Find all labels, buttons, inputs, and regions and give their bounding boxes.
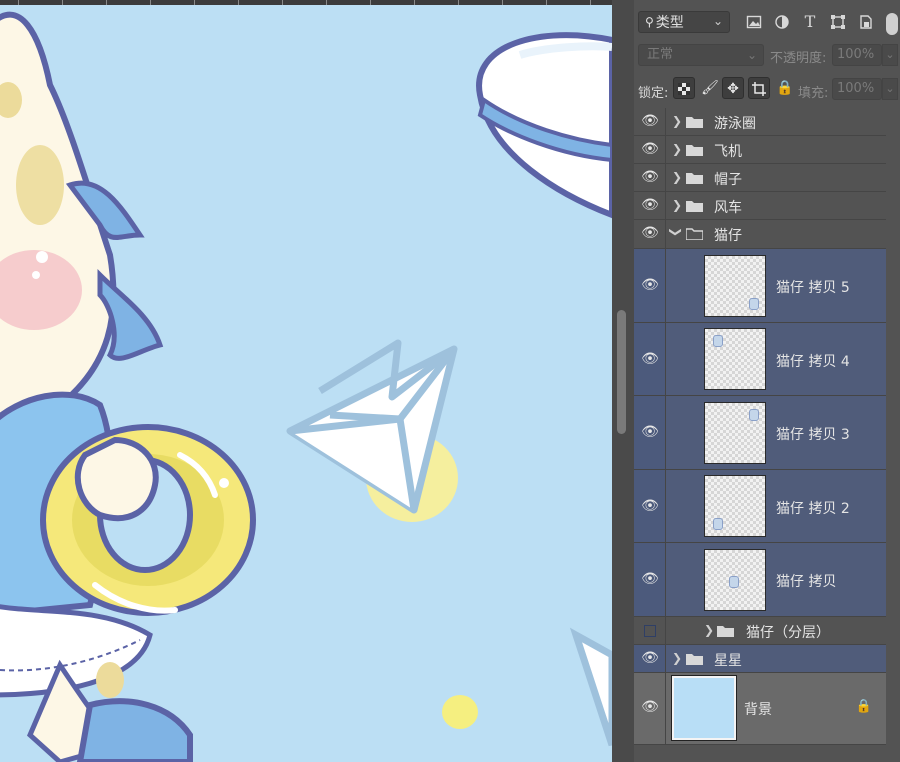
lock-icon: 🔒 [855, 699, 872, 714]
layer-row-pixel[interactable]: 👁 猫仔 拷贝 2 [634, 470, 886, 543]
layer-name: 背景 [744, 702, 772, 718]
folder-icon [686, 117, 703, 128]
smart-object-filter-icon[interactable] [858, 14, 874, 30]
layer-thumbnail [704, 475, 766, 537]
layer-filter-row: ⚲ 类型 ⌄ T [634, 6, 900, 36]
eye-icon[interactable]: 👁 [638, 351, 662, 367]
chevron-right-icon[interactable]: ❯ [672, 114, 682, 128]
folder-icon [717, 626, 734, 637]
small-star-dot [442, 695, 478, 729]
layer-name: 风车 [714, 200, 742, 216]
canvas-artwork [0, 11, 612, 762]
layer-name: 猫仔 拷贝 4 [776, 354, 850, 370]
visibility-off-checkbox[interactable] [644, 625, 656, 637]
layer-name: 猫仔 [714, 228, 742, 244]
layer-row-pixel[interactable]: 👁 猫仔 拷贝 4 [634, 323, 886, 396]
layer-row-background[interactable]: 👁 背景 🔒 [634, 673, 886, 745]
opacity-input[interactable]: 100% [832, 44, 882, 66]
chevron-down-icon: ⌄ [712, 14, 723, 28]
eye-icon[interactable]: 👁 [638, 699, 662, 715]
fill-label: 填充: [798, 86, 829, 101]
type-filter-icon[interactable]: T [802, 14, 818, 30]
fill-dropdown-button[interactable]: ⌄ [882, 78, 898, 100]
layer-name: 帽子 [714, 172, 742, 188]
layer-row-group[interactable]: 👁 ❯ 帽子 [634, 164, 886, 192]
filter-kind-label: 类型 [655, 15, 684, 31]
chevron-right-icon[interactable]: ❯ [704, 623, 714, 637]
folder-open-icon [686, 228, 703, 240]
layer-thumbnail [704, 255, 766, 317]
folder-icon [686, 145, 703, 156]
lock-label: 锁定: [638, 86, 669, 101]
lock-row: 锁定: 🖌 ✥ 🔒 填充: 100% ⌄ [634, 76, 900, 104]
layer-row-group[interactable]: 👁 ❯ 游泳圈 [634, 108, 886, 136]
eye-icon[interactable]: 👁 [638, 650, 662, 666]
blend-mode-select[interactable]: 正常 ⌄ [638, 44, 764, 66]
eye-icon[interactable]: 👁 [638, 225, 662, 241]
adjustment-filter-icon[interactable] [774, 14, 790, 30]
opacity-label: 不透明度: [770, 51, 827, 66]
eye-icon[interactable]: 👁 [638, 113, 662, 129]
filter-kind-select[interactable]: ⚲ 类型 ⌄ [638, 11, 730, 33]
lock-all-icon[interactable]: 🔒 [774, 77, 796, 99]
eye-icon[interactable]: 👁 [638, 141, 662, 157]
layer-thumbnail [704, 402, 766, 464]
layer-name: 猫仔（分层） [746, 625, 830, 641]
filter-toggle-switch[interactable] [886, 13, 898, 35]
layer-name: 飞机 [714, 144, 742, 160]
hat-artwork [476, 32, 612, 219]
eye-icon[interactable]: 👁 [638, 424, 662, 440]
layer-thumbnail [704, 549, 766, 611]
chevron-down-icon: ⌄ [746, 48, 757, 62]
blend-row: 正常 ⌄ 不透明度: 100% ⌄ [634, 42, 900, 68]
chevron-right-icon[interactable]: ❯ [672, 651, 682, 665]
folder-icon [686, 654, 703, 665]
folder-icon [686, 201, 703, 212]
layers-panel: ⚲ 类型 ⌄ T 正常 ⌄ 不透明度: 100% ⌄ 锁定: 🖌 ✥ 🔒 填充:… [634, 0, 900, 762]
layer-name: 猫仔 拷贝 3 [776, 427, 850, 443]
layer-row-pixel[interactable]: 👁 猫仔 拷贝 3 [634, 396, 886, 470]
layer-row-pixel[interactable]: 👁 猫仔 拷贝 [634, 543, 886, 617]
lock-brush-icon[interactable]: 🖌 [699, 77, 721, 99]
image-filter-icon[interactable] [746, 14, 762, 30]
chevron-right-icon[interactable]: ❯ [672, 142, 682, 156]
layer-row-group[interactable]: 👁 ❯ 风车 [634, 192, 886, 220]
plane-fragment [569, 627, 612, 747]
shape-filter-icon[interactable] [830, 14, 846, 30]
blend-mode-value: 正常 [647, 47, 674, 62]
chevron-down-icon[interactable]: ❯ [669, 227, 683, 237]
eye-icon[interactable]: 👁 [638, 571, 662, 587]
chevron-right-icon[interactable]: ❯ [672, 170, 682, 184]
layer-row-group[interactable]: 👁 ❯ 星星 [634, 645, 886, 673]
layer-name: 游泳圈 [714, 116, 756, 132]
lock-transparency-button[interactable] [673, 77, 695, 99]
layer-row-group[interactable]: 👁 ❯ 飞机 [634, 136, 886, 164]
cat-character-artwork [0, 11, 193, 762]
layer-thumbnail [704, 328, 766, 390]
canvas-scrollbar-thumb[interactable] [617, 310, 626, 434]
chevron-right-icon[interactable]: ❯ [672, 198, 682, 212]
fill-input[interactable]: 100% [832, 78, 882, 100]
eye-icon[interactable]: 👁 [638, 498, 662, 514]
layer-name: 猫仔 拷贝 5 [776, 280, 850, 296]
layer-name: 猫仔 拷贝 [776, 574, 837, 590]
eye-icon[interactable]: 👁 [638, 169, 662, 185]
lock-artboard-crop-icon[interactable] [748, 77, 770, 99]
opacity-dropdown-button[interactable]: ⌄ [882, 44, 898, 66]
layer-name: 星星 [714, 653, 742, 669]
folder-icon [686, 173, 703, 184]
eye-icon[interactable]: 👁 [638, 197, 662, 213]
layer-thumbnail [671, 675, 737, 741]
search-icon: ⚲ [645, 15, 654, 29]
document-canvas[interactable] [0, 0, 612, 762]
layer-row-group[interactable]: ❯ 猫仔（分层） [634, 617, 886, 645]
eye-icon[interactable]: 👁 [638, 277, 662, 293]
layer-row-pixel[interactable]: 👁 猫仔 拷贝 5 [634, 249, 886, 323]
swim-ring-artwork [40, 424, 256, 616]
lock-position-move-icon[interactable]: ✥ [722, 77, 744, 99]
layer-row-group[interactable]: 👁 ❯ 猫仔 [634, 220, 886, 249]
layer-name: 猫仔 拷贝 2 [776, 501, 850, 517]
